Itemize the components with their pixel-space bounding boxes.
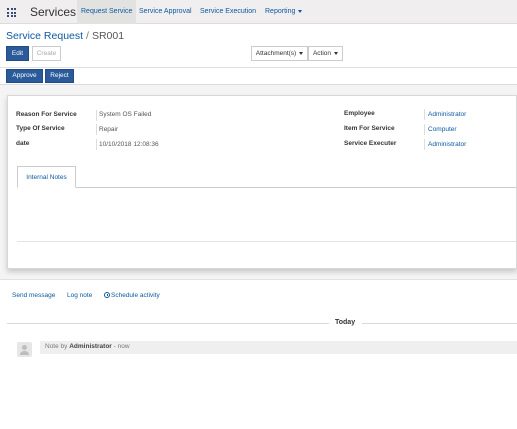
- create-button[interactable]: Create: [32, 46, 61, 61]
- breadcrumb-current: SR001: [91, 30, 125, 42]
- service-executer-link[interactable]: Administrator: [428, 141, 466, 148]
- action-label: Action: [312, 50, 332, 57]
- item-for-service-label: Item For Service: [344, 125, 395, 132]
- today-divider-left: [7, 323, 329, 324]
- item-for-service-link[interactable]: Computer: [428, 126, 457, 133]
- service-executer-label: Service Executer: [344, 140, 397, 147]
- breadcrumb-separator: /: [86, 30, 89, 42]
- caret-down-icon: [298, 9, 303, 13]
- employee-label: Employee: [344, 110, 375, 117]
- nav-service-approval[interactable]: Service Approval: [135, 0, 196, 24]
- internal-notes-field[interactable]: [17, 193, 516, 238]
- schedule-activity-link[interactable]: Schedule activity: [104, 292, 160, 299]
- reason-for-service-label: Reason For Service: [16, 111, 77, 118]
- today-label: Today: [335, 319, 356, 326]
- tab-internal-notes[interactable]: Internal Notes: [17, 166, 76, 188]
- send-message-link[interactable]: Send message: [12, 292, 55, 299]
- schedule-activity-label: Schedule activity: [111, 292, 160, 299]
- message-author[interactable]: Administrator: [69, 343, 112, 350]
- date-label: date: [16, 140, 30, 147]
- edit-button[interactable]: Edit: [6, 46, 29, 61]
- nav-item-label: Reporting: [265, 8, 296, 15]
- approve-button[interactable]: Approve: [6, 69, 43, 83]
- breadcrumb-parent-link[interactable]: Service Request: [6, 30, 83, 42]
- caret-down-icon: [299, 51, 304, 55]
- clock-icon: [104, 292, 110, 298]
- today-divider-right: [362, 323, 517, 324]
- breadcrumb: Service Request / SR001: [6, 30, 124, 42]
- type-of-service-value[interactable]: Repair: [99, 126, 118, 133]
- type-of-service-label: Type Of Service: [16, 125, 65, 132]
- field-divider: [96, 110, 97, 121]
- top-navbar: Services Request Service Service Approva…: [0, 0, 517, 24]
- message-time: - now: [113, 343, 130, 350]
- nav-service-execution[interactable]: Service Execution: [196, 0, 260, 24]
- action-dropdown[interactable]: Action: [308, 46, 343, 61]
- field-divider: [424, 109, 425, 120]
- reject-button[interactable]: Reject: [45, 69, 74, 83]
- field-divider: [424, 124, 425, 135]
- field-divider: [96, 124, 97, 135]
- reason-for-service-value[interactable]: System OS Failed: [99, 111, 151, 118]
- notebook-tab-divider: [17, 187, 516, 188]
- message-meta: Note by Administrator - now: [45, 343, 130, 350]
- avatar-icon[interactable]: [17, 342, 32, 357]
- field-divider: [424, 139, 425, 150]
- caret-down-icon: [334, 51, 339, 55]
- date-value[interactable]: 10/10/2018 12:08:36: [99, 141, 159, 148]
- employee-link[interactable]: Administrator: [428, 111, 466, 118]
- nav-request-service[interactable]: Request Service: [77, 0, 137, 24]
- message-prefix: Note by: [45, 343, 68, 350]
- log-note-link[interactable]: Log note: [67, 292, 92, 299]
- statusbar: [0, 68, 517, 85]
- nav-item-label: Service Execution: [200, 8, 257, 15]
- nav-reporting[interactable]: Reporting: [261, 0, 306, 24]
- nav-item-label: Service Approval: [139, 8, 192, 15]
- field-divider: [96, 139, 97, 150]
- nav-item-label: Request Service: [81, 8, 133, 15]
- apps-grid-icon[interactable]: [7, 8, 16, 17]
- app-brand: Services: [30, 5, 77, 19]
- form-sheet: Reason For Service System OS Failed Type…: [7, 95, 517, 269]
- attachments-label: Attachment(s): [255, 50, 297, 57]
- attachments-dropdown[interactable]: Attachment(s): [251, 46, 308, 61]
- notes-divider: [17, 241, 516, 242]
